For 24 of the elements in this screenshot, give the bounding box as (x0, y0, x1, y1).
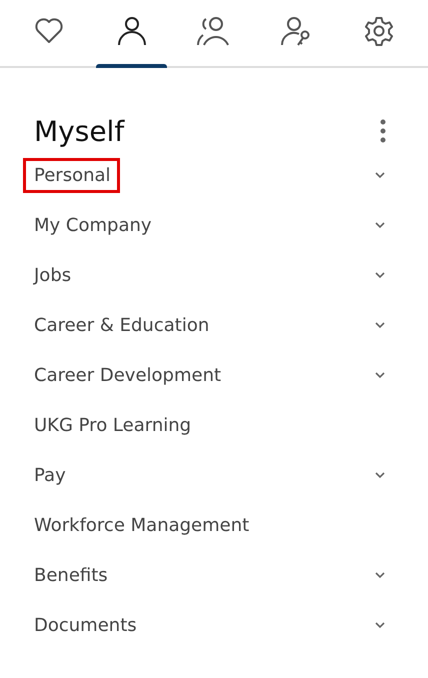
menu-item[interactable]: Documents (23, 608, 146, 642)
chevron-icon[interactable] (374, 371, 386, 379)
chevron-icon[interactable] (374, 471, 386, 479)
menu-item[interactable]: Personal (23, 158, 120, 192)
menu-item[interactable]: Benefits (23, 558, 117, 592)
chevron-icon[interactable] (374, 221, 386, 229)
person-icon (116, 15, 148, 47)
chevron-icon[interactable] (374, 571, 386, 579)
menu-item[interactable]: Career & Education (23, 308, 218, 342)
heart-icon (34, 17, 64, 45)
chevron-icon[interactable] (374, 621, 386, 629)
more-icon[interactable] (380, 119, 386, 143)
settings-icon (362, 15, 395, 47)
menu-item[interactable]: UKG Pro Learning (23, 408, 200, 442)
section-title: Myself (34, 114, 124, 148)
chevron-icon[interactable] (374, 271, 386, 279)
chevron-icon[interactable] (374, 321, 386, 329)
menu-item[interactable]: Pay (23, 458, 75, 492)
menu-item[interactable]: My Company (23, 208, 161, 242)
chevron-icon[interactable] (374, 171, 386, 179)
tab-indicator (96, 64, 167, 68)
menu-item[interactable]: Career Development (23, 358, 230, 392)
menu-item[interactable]: Jobs (23, 258, 80, 292)
menu-item[interactable]: Workforce Management (23, 508, 258, 542)
